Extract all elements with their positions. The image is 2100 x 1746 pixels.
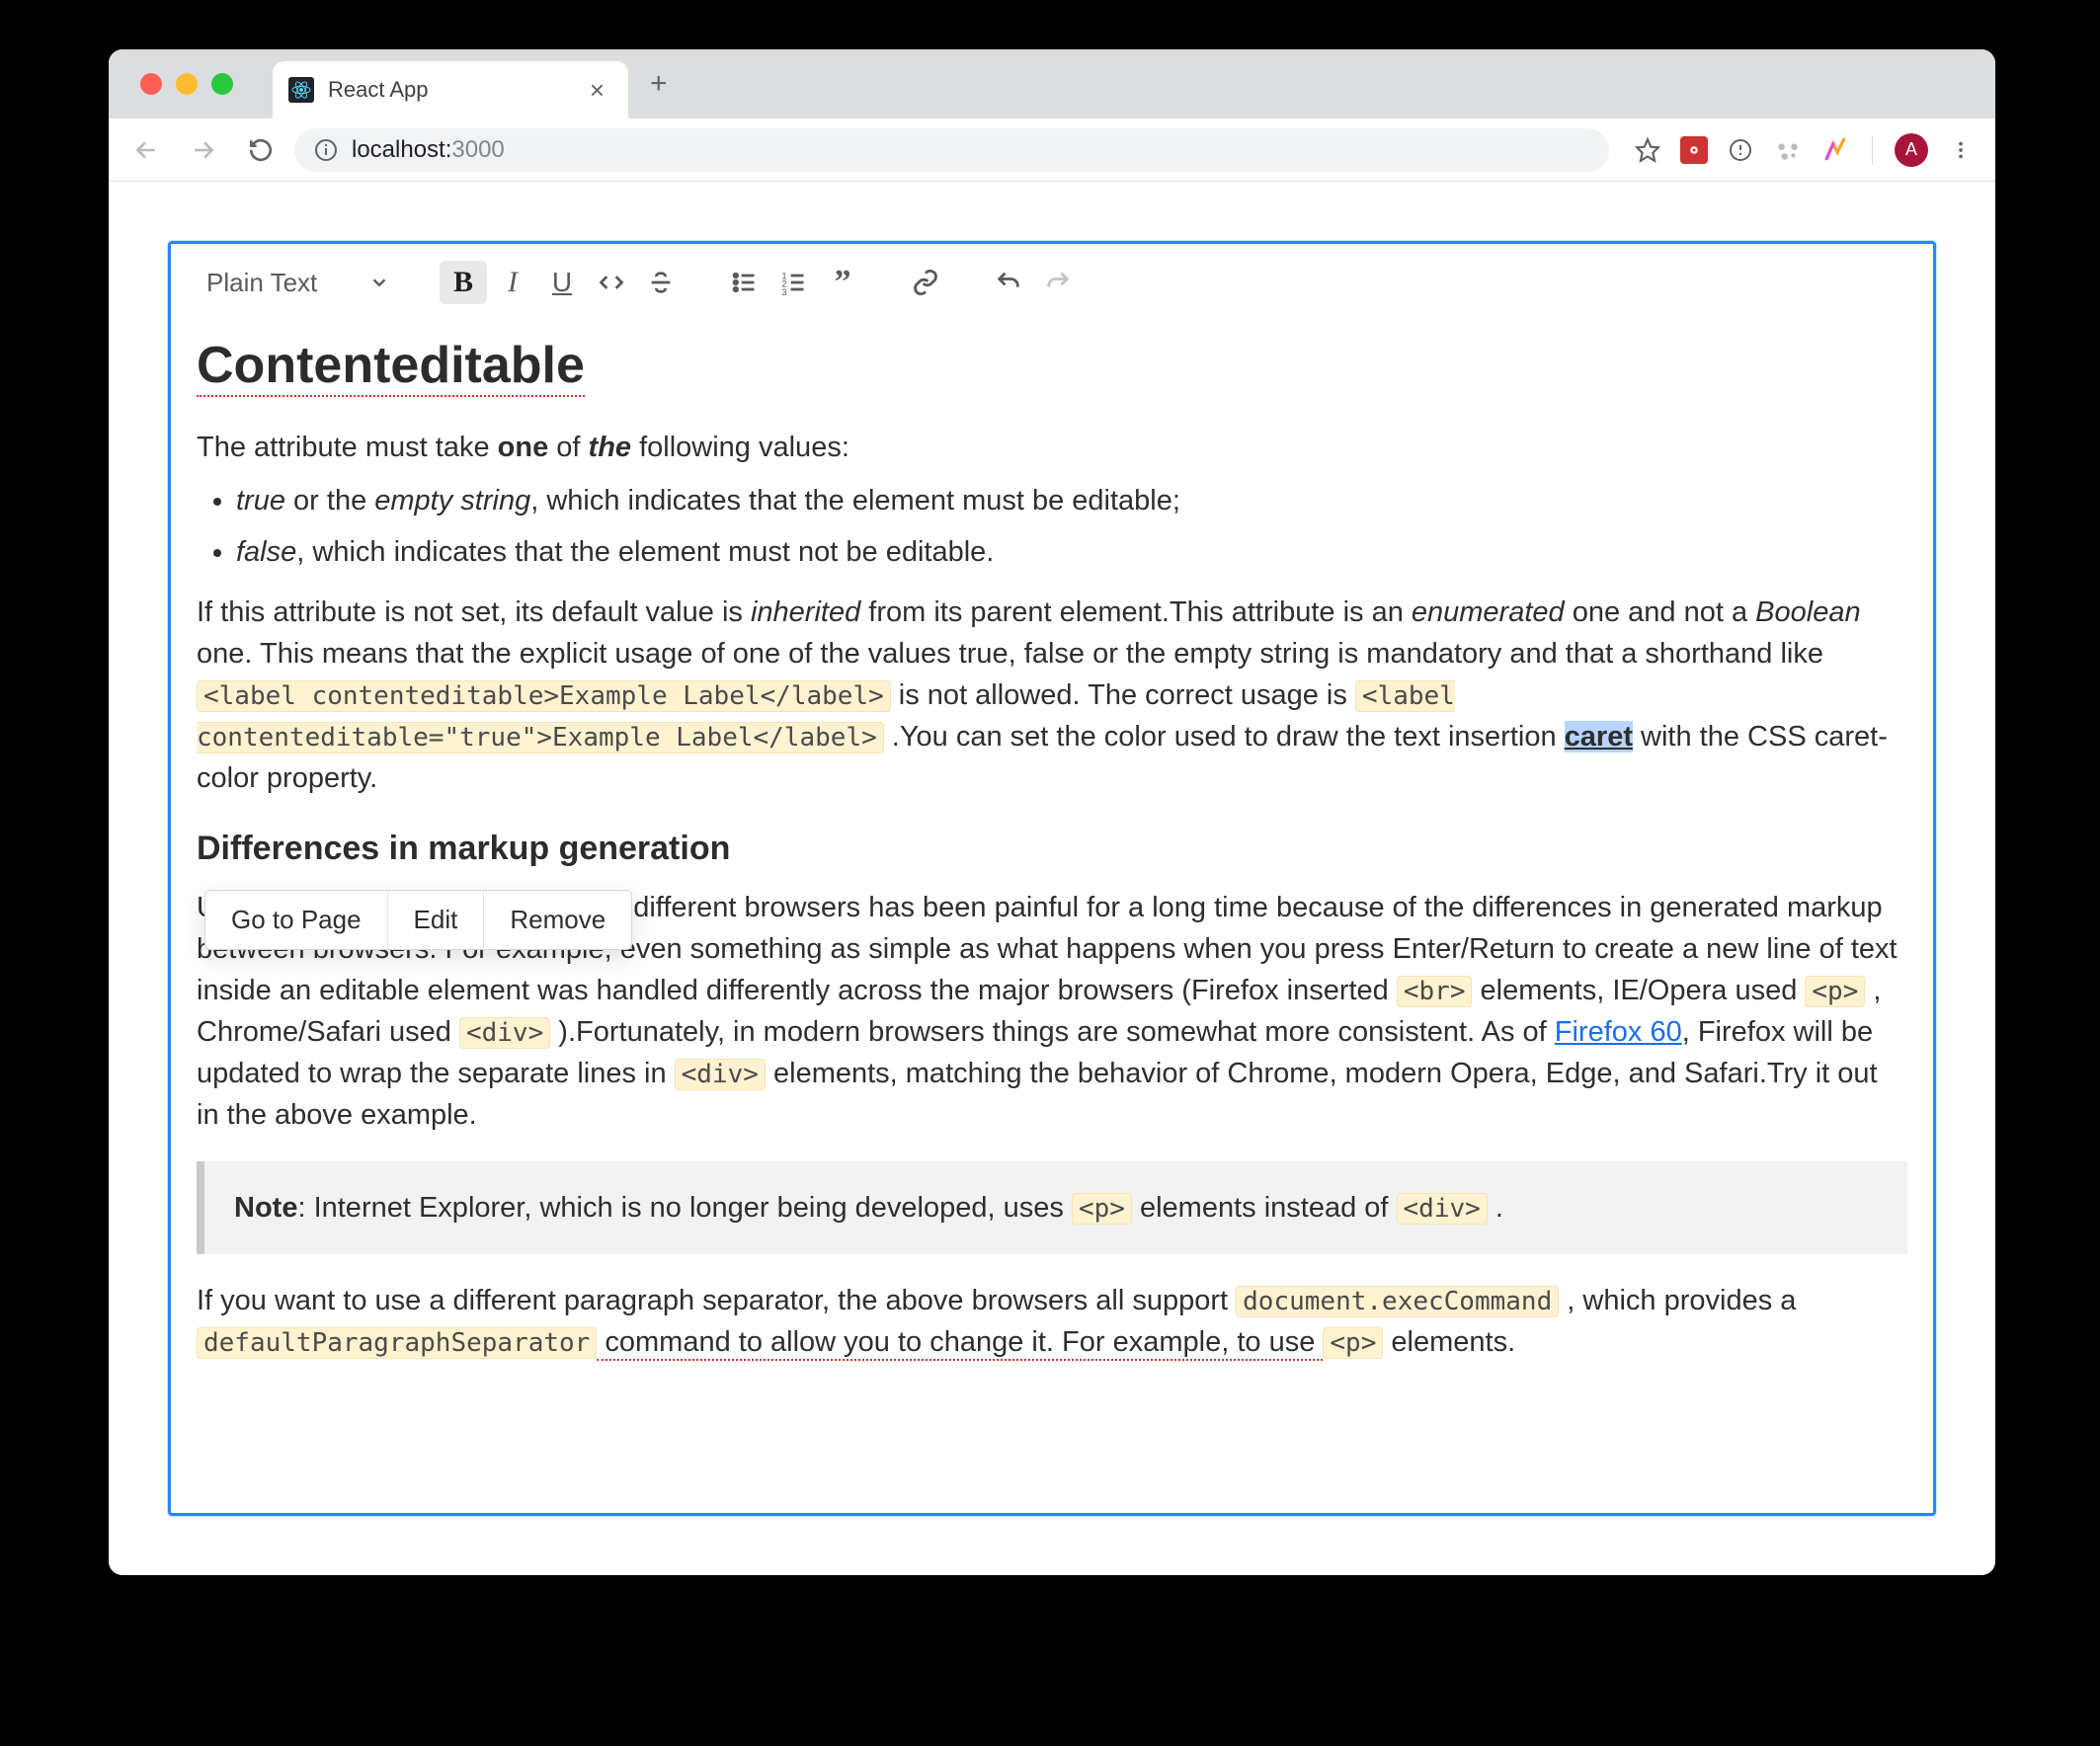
list-item: true or the empty string, which indicate… [236,480,1907,521]
extension-icon-3[interactable] [1773,135,1803,165]
link-edit-button[interactable]: Edit [387,891,484,949]
block-format-group: 123 ” [720,261,866,304]
inline-code: document.execCommand [1236,1286,1559,1317]
inline-code: <div> [1397,1193,1488,1225]
paragraph: The attribute must take one of the follo… [197,427,1907,468]
forward-button[interactable] [180,126,227,174]
window-controls [140,73,233,95]
url-text: localhost:3000 [352,136,505,164]
site-info-icon[interactable] [314,138,338,162]
browser-tab[interactable]: React App × [273,61,628,119]
link-remove-button[interactable]: Remove [483,891,631,949]
bullet-list-button[interactable] [720,261,767,304]
rich-text-editor[interactable]: Plain Text B I U [168,241,1936,1516]
inline-code: <p> [1805,976,1865,1007]
strikethrough-button[interactable] [637,261,685,304]
undo-button[interactable] [985,261,1032,304]
browser-window: React App × + localhost:3000 [109,49,1995,1575]
chevron-down-icon [368,272,390,293]
history-group [985,261,1082,304]
inline-code: <div> [459,1017,550,1049]
tab-bar: React App × + [109,49,1995,119]
inline-code: defaultParagraphSeparator [197,1327,597,1359]
back-button[interactable] [122,126,170,174]
caret-link[interactable]: caret [1565,721,1633,753]
address-bar[interactable]: localhost:3000 [294,128,1609,172]
inline-code: <div> [675,1059,766,1090]
ordered-list-button[interactable]: 123 [769,261,817,304]
svg-text:3: 3 [781,287,786,296]
block-type-label: Plain Text [206,268,317,298]
paragraph: If you want to use a different paragraph… [197,1280,1907,1363]
new-tab-button[interactable]: + [628,67,689,101]
tab-title: React App [328,77,584,103]
extension-icon-1[interactable] [1680,136,1708,164]
maximize-window-button[interactable] [211,73,233,95]
redo-button[interactable] [1034,261,1082,304]
separator [1872,135,1873,165]
kebab-menu-icon[interactable] [1946,135,1976,165]
editor-content[interactable]: Contenteditable The attribute must take … [197,329,1907,1363]
note-block: Note: Internet Explorer, which is no lon… [197,1161,1907,1254]
link-group [902,261,949,304]
extension-icon-4[interactable] [1820,135,1850,165]
section-heading: Differences in markup generation [197,825,1907,873]
blockquote-button[interactable]: ” [819,261,866,304]
inline-format-group: B I U [440,261,685,304]
bullet-list: true or the empty string, which indicate… [197,480,1907,573]
paragraph: If this attribute is not set, its defaul… [197,592,1907,799]
list-item: false, which indicates that the element … [236,531,1907,573]
profile-avatar[interactable]: A [1895,133,1928,167]
extension-icon-2[interactable] [1726,135,1755,165]
link-goto-button[interactable]: Go to Page [205,891,387,949]
url-bar: localhost:3000 A [109,119,1995,182]
code-button[interactable] [588,261,635,304]
page-viewport: Plain Text B I U [109,182,1995,1575]
block-type-select[interactable]: Plain Text [197,262,404,304]
editor-toolbar: Plain Text B I U [197,244,1907,321]
minimize-window-button[interactable] [176,73,198,95]
underline-button[interactable]: U [538,261,586,304]
inline-code: <p> [1072,1193,1132,1225]
react-favicon-icon [288,77,314,103]
inline-code: <br> [1397,976,1473,1007]
firefox-link[interactable]: Firefox 60 [1555,1016,1682,1048]
inline-code: <label contenteditable>Example Label</la… [197,680,891,712]
bold-button[interactable]: B [440,261,487,304]
tab-close-icon[interactable]: × [584,75,610,106]
close-window-button[interactable] [140,73,162,95]
inline-code: <p> [1323,1327,1383,1359]
italic-button[interactable]: I [489,261,536,304]
bookmark-star-icon[interactable] [1633,135,1662,165]
doc-title: Contenteditable [197,329,1907,403]
link-button[interactable] [902,261,949,304]
link-context-menu: Go to Page Edit Remove [204,890,632,950]
reload-button[interactable] [237,126,284,174]
toolbar-actions: A [1619,133,1981,167]
